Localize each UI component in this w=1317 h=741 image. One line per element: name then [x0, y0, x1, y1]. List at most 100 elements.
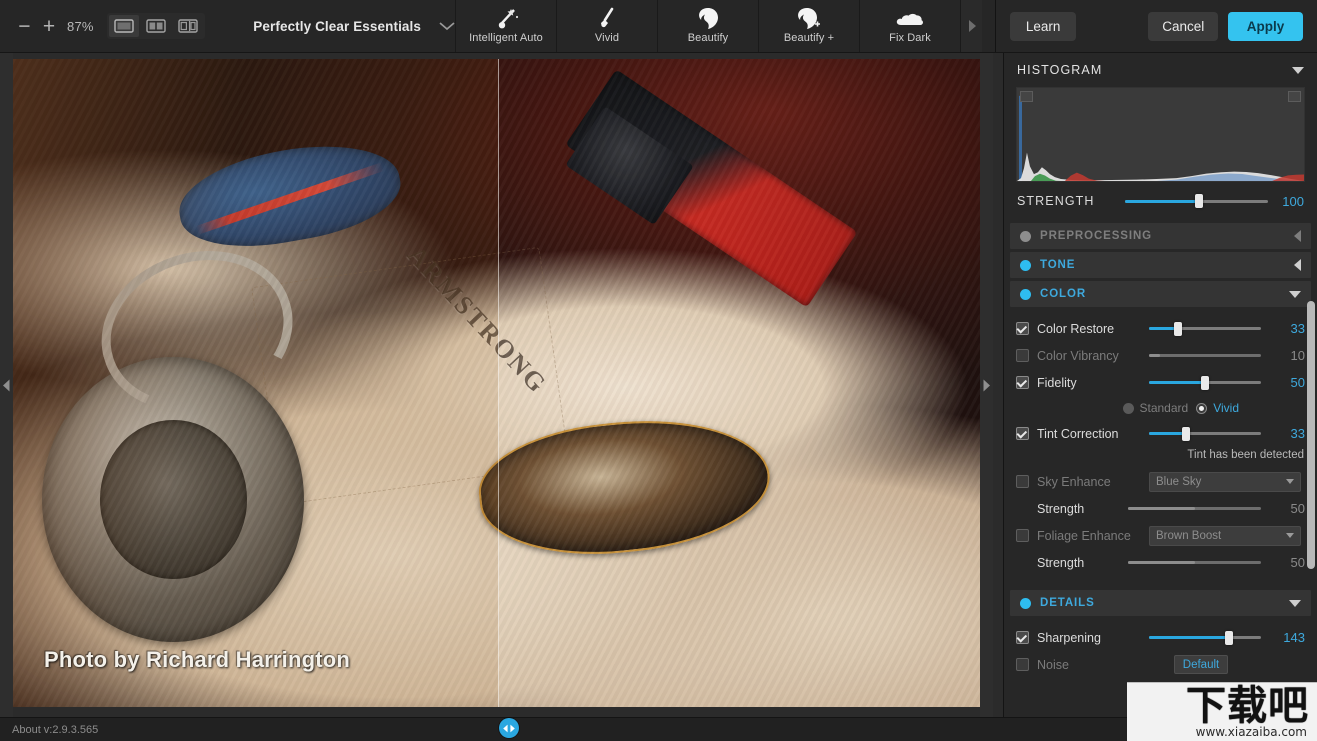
- sharpening-slider[interactable]: [1149, 630, 1261, 645]
- section-header-preprocessing[interactable]: PREPROCESSING: [1010, 223, 1311, 249]
- learn-button[interactable]: Learn: [1010, 11, 1077, 41]
- perfectly-clear-plugin-window: − + 87% Perfectly Clear Essentials Intel…: [0, 0, 1317, 741]
- slider-knob[interactable]: [1201, 375, 1209, 390]
- color-vibrancy-slider[interactable]: [1149, 349, 1261, 363]
- preset-label: Fix Dark: [889, 32, 931, 44]
- fidelity-mode-vivid[interactable]: Vivid: [1196, 401, 1239, 415]
- control-noise: Noise Default: [1016, 651, 1305, 678]
- section-title: DETAILS: [1040, 597, 1095, 609]
- panel-scrollbar[interactable]: [1307, 301, 1315, 569]
- control-label: Sharpening: [1037, 630, 1101, 645]
- zoom-in-icon[interactable]: +: [37, 11, 62, 41]
- about-version-label[interactable]: About v:2.9.3.565: [12, 724, 98, 736]
- preset-beautify[interactable]: Beautify: [657, 0, 758, 52]
- slider-knob[interactable]: [1181, 426, 1190, 441]
- view-mode-split-vertical-button[interactable]: [141, 15, 171, 37]
- noise-default-button[interactable]: Default: [1174, 655, 1228, 674]
- color-restore-checkbox[interactable]: [1016, 322, 1029, 335]
- preset-label: Intelligent Auto: [469, 32, 543, 44]
- toolbar-actions: Learn Cancel Apply: [995, 0, 1317, 52]
- color-vibrancy-checkbox[interactable]: [1016, 349, 1029, 362]
- master-strength-slider[interactable]: [1125, 194, 1268, 208]
- control-label: Tint Correction: [1037, 426, 1119, 441]
- slider-knob[interactable]: [1224, 630, 1233, 645]
- zoom-out-icon[interactable]: −: [12, 11, 37, 41]
- section-header-tone[interactable]: TONE: [1010, 252, 1311, 278]
- foliage-strength-slider[interactable]: [1128, 556, 1261, 570]
- control-color-restore: Color Restore 33: [1016, 315, 1305, 342]
- triangle-down-icon[interactable]: [1292, 66, 1304, 74]
- sky-enhance-checkbox[interactable]: [1016, 475, 1029, 488]
- dropdown-value: Brown Boost: [1156, 529, 1222, 542]
- tint-correction-slider[interactable]: [1149, 426, 1261, 441]
- section-toggle-dot[interactable]: [1020, 259, 1031, 271]
- section-toggle-dot[interactable]: [1020, 230, 1031, 242]
- preset-fix-dark[interactable]: Fix Dark: [859, 0, 960, 52]
- next-image-button[interactable]: [980, 53, 993, 717]
- split-drag-icon[interactable]: [499, 718, 519, 738]
- triangle-left-icon: [3, 379, 10, 391]
- triangle-down-icon[interactable]: [1289, 290, 1301, 298]
- histogram-title: HISTOGRAM: [1017, 63, 1103, 77]
- chevron-right-icon: [968, 20, 976, 32]
- top-toolbar: − + 87% Perfectly Clear Essentials Intel…: [0, 0, 1317, 53]
- section-title: COLOR: [1040, 288, 1087, 300]
- master-strength-value: 100: [1282, 193, 1304, 209]
- triangle-left-icon[interactable]: [1294, 259, 1301, 271]
- apply-button[interactable]: Apply: [1228, 11, 1303, 41]
- chevron-down-icon[interactable]: [439, 21, 455, 31]
- triangle-left-icon[interactable]: [1294, 230, 1301, 242]
- tint-correction-checkbox[interactable]: [1016, 427, 1029, 440]
- radio-dot: [1196, 402, 1208, 414]
- highlight-clip-indicator[interactable]: [1288, 91, 1301, 102]
- section-title: PREPROCESSING: [1040, 230, 1153, 242]
- color-restore-slider[interactable]: [1149, 321, 1261, 336]
- preset-beautify-plus[interactable]: Beautify +: [758, 0, 859, 52]
- active-preset-name: Perfectly Clear Essentials: [253, 18, 421, 34]
- control-label: Noise: [1037, 657, 1069, 672]
- preset-field-value[interactable]: Custom: [1245, 721, 1305, 738]
- slider-knob[interactable]: [1195, 194, 1204, 208]
- control-value: 33: [1290, 321, 1305, 336]
- previous-image-button[interactable]: [0, 53, 13, 717]
- dropdown-value: Blue Sky: [1156, 475, 1202, 488]
- master-strength-label: STRENGTH: [1017, 194, 1095, 208]
- section-toggle-dot[interactable]: [1020, 288, 1031, 300]
- section-toggle-dot[interactable]: [1020, 597, 1031, 609]
- preset-field-label: Preset:: [1200, 723, 1236, 736]
- view-mode-split-compare-button[interactable]: [173, 15, 203, 37]
- histogram-header[interactable]: HISTOGRAM: [1004, 53, 1317, 87]
- foliage-enhance-dropdown[interactable]: Brown Boost: [1149, 525, 1301, 546]
- control-label: Color Vibrancy: [1037, 348, 1119, 363]
- foliage-enhance-checkbox[interactable]: [1016, 529, 1029, 542]
- fidelity-slider[interactable]: [1149, 375, 1261, 390]
- sharpening-checkbox[interactable]: [1016, 631, 1029, 644]
- status-bar: About v:2.9.3.565 Preset: Custom: [0, 717, 1317, 741]
- cancel-button[interactable]: Cancel: [1148, 11, 1219, 41]
- section-header-details[interactable]: DETAILS: [1010, 590, 1311, 616]
- triangle-down-icon[interactable]: [1289, 599, 1301, 607]
- section-header-color[interactable]: COLOR: [1010, 281, 1311, 307]
- wand-icon: [493, 5, 519, 31]
- noise-checkbox[interactable]: [1016, 658, 1029, 671]
- brush-icon: [596, 5, 618, 31]
- preset-intelligent-auto[interactable]: Intelligent Auto: [455, 0, 556, 52]
- face-plus-icon: [794, 5, 824, 31]
- fidelity-checkbox[interactable]: [1016, 376, 1029, 389]
- preset-label: Vivid: [594, 32, 620, 44]
- adjustments-panel: HISTOGRAM STRENGTH 100 PREPROCESSING TON…: [1003, 53, 1317, 717]
- details-section-body: Sharpening 143 Noise Default: [1004, 616, 1317, 682]
- control-label: Fidelity: [1037, 375, 1077, 390]
- fidelity-mode-standard[interactable]: Standard: [1122, 401, 1188, 415]
- preset-strip-next-button[interactable]: [960, 0, 982, 52]
- slider-knob[interactable]: [1174, 321, 1183, 336]
- sky-strength-slider[interactable]: [1128, 502, 1261, 516]
- sky-enhance-dropdown[interactable]: Blue Sky: [1149, 471, 1301, 492]
- radio-dot: [1122, 402, 1134, 414]
- single-view-icon: [114, 19, 134, 33]
- preset-vivid[interactable]: Vivid: [556, 0, 657, 52]
- preview-image[interactable]: ARMSTRONG: [13, 59, 984, 707]
- view-mode-single-button[interactable]: [109, 15, 140, 37]
- shadow-clip-indicator[interactable]: [1020, 91, 1033, 102]
- color-section-body: Color Restore 33 Color Vibrancy 10 Fidel…: [1004, 307, 1317, 580]
